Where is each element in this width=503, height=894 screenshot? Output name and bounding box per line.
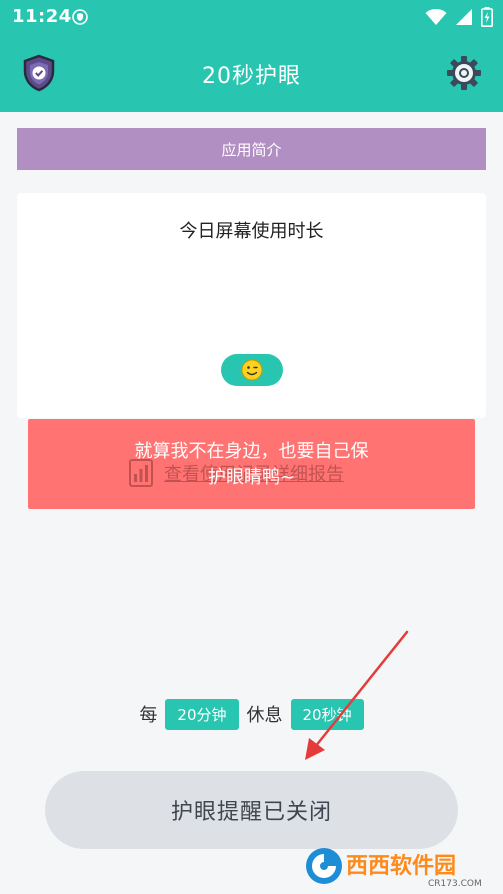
watermark-sub: CR173.COM (428, 879, 482, 889)
gear-icon[interactable] (445, 54, 483, 92)
battery-charging-icon (481, 7, 493, 27)
annotation-arrow-icon (305, 630, 409, 760)
toast-line-2: 护眼睛鸭~ (207, 467, 296, 488)
watermark-mark-icon (306, 848, 342, 884)
status-time: 11:24 (12, 6, 72, 27)
watermark-logo: 西西软件园 CR173.COM (300, 840, 492, 890)
app-intro-label: 应用简介 (221, 140, 282, 159)
rest-label: 休息 (246, 705, 283, 726)
app-bar: 20秒护眼 (0, 34, 503, 112)
toast-message: 查看使用记录详细报告 就算我不在身边，也要自己保 护眼睛鸭~ (28, 419, 475, 509)
work-duration-chip[interactable]: 20分钟 (165, 698, 239, 730)
every-label: 每 (139, 705, 158, 726)
status-icons (425, 7, 493, 27)
wifi-icon (425, 9, 447, 25)
watermark-text: 西西软件园 (346, 853, 456, 879)
usage-indicator (221, 354, 283, 386)
signal-icon (456, 9, 472, 25)
usage-card: 今日屏幕使用时长 (17, 193, 486, 418)
eye-reminder-toggle-button[interactable]: 护眼提醒已关闭 (45, 771, 458, 849)
eye-reminder-toggle-label: 护眼提醒已关闭 (170, 800, 332, 825)
status-bar: 11:24 (0, 0, 503, 34)
usage-card-title: 今日屏幕使用时长 (179, 221, 324, 242)
toast-line-1: 就算我不在身边，也要自己保 (134, 441, 369, 462)
app-title: 20秒护眼 (202, 64, 301, 89)
toast-text: 就算我不在身边，也要自己保 护眼睛鸭~ (28, 439, 475, 491)
vpn-shield-icon (72, 9, 88, 25)
interval-setting-row: 每 20分钟 休息 20秒钟 (0, 698, 503, 730)
app-intro-button[interactable]: 应用简介 (17, 128, 486, 170)
smiley-face-icon (241, 359, 263, 381)
